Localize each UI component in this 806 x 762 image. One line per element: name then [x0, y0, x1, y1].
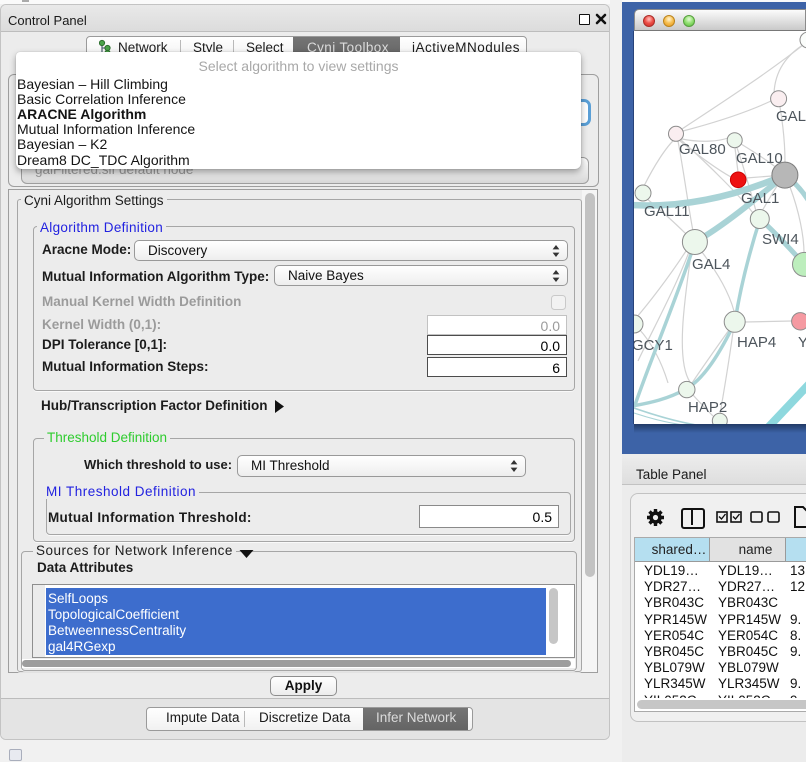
svg-text:GAL4: GAL4 — [692, 256, 730, 273]
svg-text:YJ: YJ — [798, 334, 806, 351]
svg-text:GAL10: GAL10 — [736, 150, 783, 167]
svg-text:GAL1: GAL1 — [741, 190, 779, 207]
svg-text:HAP4: HAP4 — [737, 334, 776, 351]
svg-text:GAL11: GAL11 — [644, 203, 690, 220]
svg-text:HAP2: HAP2 — [688, 399, 727, 416]
svg-text:GCY1: GCY1 — [634, 337, 673, 354]
svg-text:GAL7: GAL7 — [776, 108, 806, 125]
svg-text:SWI4: SWI4 — [762, 231, 799, 248]
svg-text:GAL80: GAL80 — [679, 141, 726, 158]
